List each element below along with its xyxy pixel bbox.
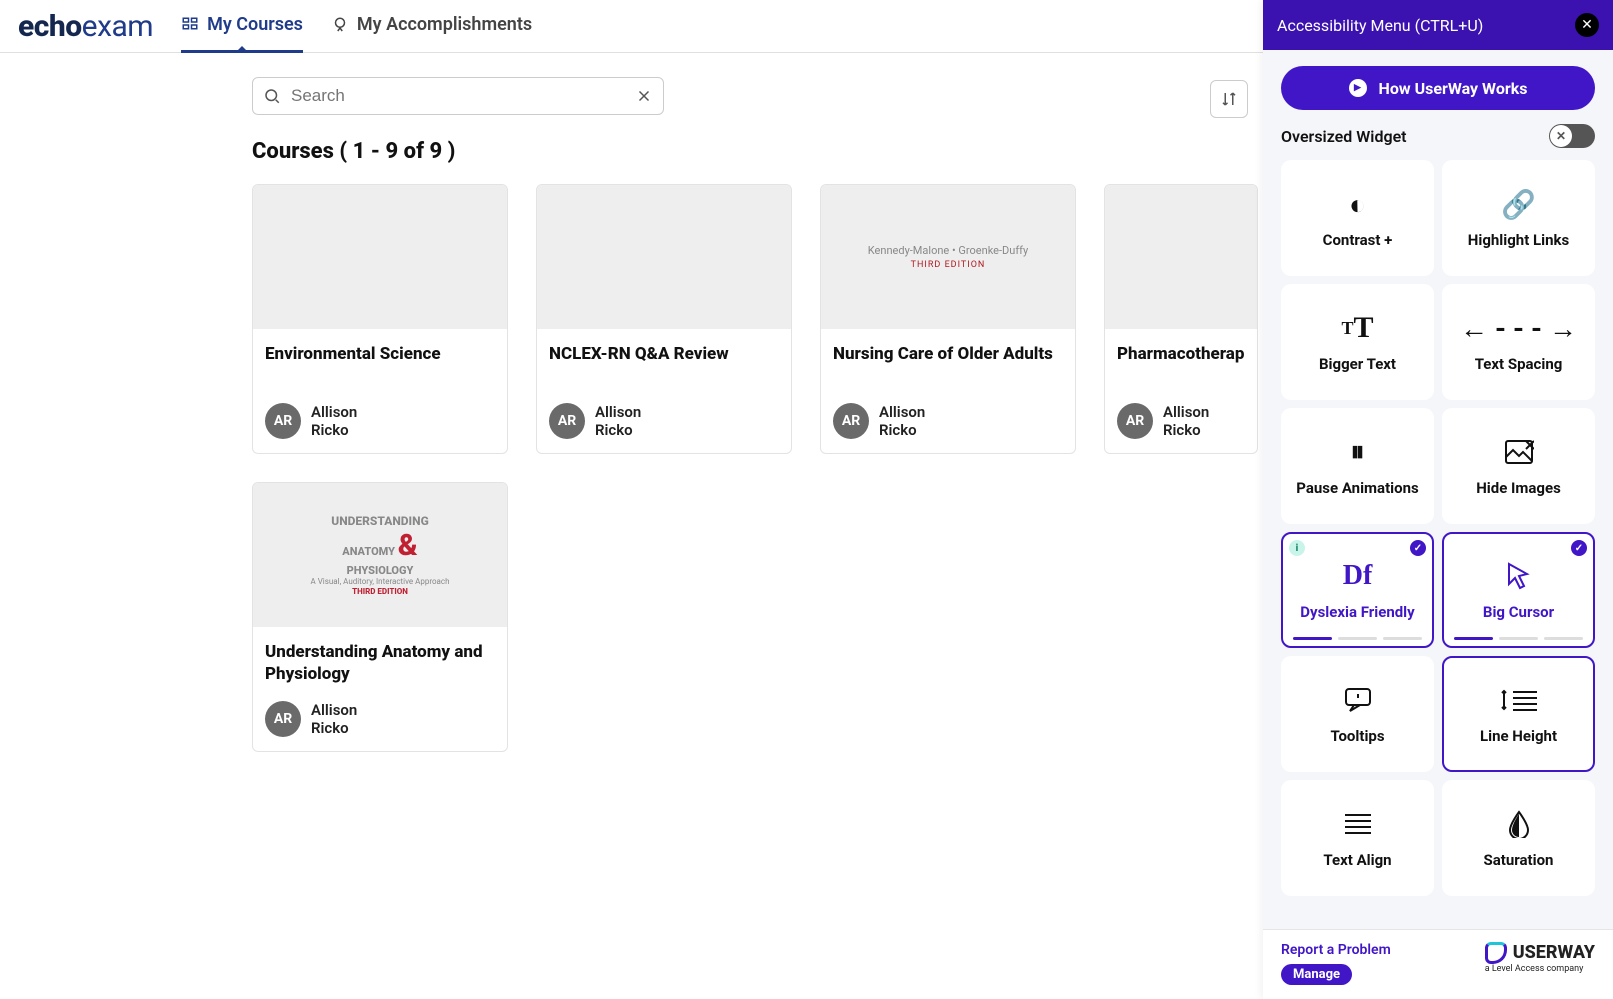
course-title: Pharmacotherap (1117, 343, 1245, 387)
check-icon: ✓ (1571, 540, 1587, 556)
text-spacing-icon: ← - - - → (1460, 311, 1577, 345)
search-input[interactable] (291, 86, 625, 106)
tile-line-height[interactable]: Line Height (1442, 656, 1595, 772)
play-icon: ▶ (1349, 79, 1367, 97)
course-thumbnail (253, 185, 507, 329)
tile-big-cursor[interactable]: ✓ Big Cursor (1442, 532, 1595, 648)
hide-images-icon (1504, 435, 1534, 469)
tile-bigger-text[interactable]: TTBigger Text (1281, 284, 1434, 400)
accessibility-header: Accessibility Menu (CTRL+U) ✕ (1263, 0, 1613, 50)
search-icon (263, 87, 281, 105)
sort-icon (1220, 90, 1238, 108)
info-icon: i (1289, 540, 1305, 556)
author-avatar: AR (265, 701, 301, 737)
tile-progress (1454, 637, 1583, 640)
tile-text-spacing[interactable]: ← - - - →Text Spacing (1442, 284, 1595, 400)
tile-dyslexia-friendly[interactable]: i ✓ Df Dyslexia Friendly (1281, 532, 1434, 648)
tile-hide-images[interactable]: Hide Images (1442, 408, 1595, 524)
clear-icon[interactable] (635, 87, 653, 105)
oversized-widget-row: Oversized Widget ✕ (1281, 124, 1595, 148)
course-title: NCLEX-RN Q&A Review (549, 343, 779, 387)
line-height-icon (1499, 683, 1539, 717)
course-author: AR AllisonRicko (265, 701, 495, 737)
text-align-icon (1343, 807, 1373, 841)
userway-logo: USERWAY a Level Access company (1485, 942, 1595, 974)
brand-logo: echoexam (18, 9, 153, 44)
accessibility-footer: Report a Problem Manage USERWAY a Level … (1263, 929, 1613, 999)
nav-my-courses-label: My Courses (207, 14, 303, 35)
search-bar (252, 77, 664, 115)
saturation-icon (1508, 807, 1530, 841)
sort-button[interactable] (1210, 80, 1248, 118)
how-userway-works-button[interactable]: ▶ How UserWay Works (1281, 66, 1595, 110)
accessibility-tiles: ◐Contrast + 🔗Highlight Links TTBigger Te… (1281, 160, 1595, 896)
accessibility-panel: Accessibility Menu (CTRL+U) ✕ ▶ How User… (1263, 0, 1613, 999)
courses-icon (181, 16, 199, 34)
tile-saturation[interactable]: Saturation (1442, 780, 1595, 896)
course-author: AR AllisonRicko (833, 403, 1063, 439)
course-thumbnail (1105, 185, 1257, 329)
course-author: AR AllisonRicko (1117, 403, 1245, 439)
course-card[interactable]: Pharmacotherap AR AllisonRicko (1104, 184, 1258, 454)
course-thumbnail (537, 185, 791, 329)
course-author: AR AllisonRicko (549, 403, 779, 439)
tile-highlight-links[interactable]: 🔗Highlight Links (1442, 160, 1595, 276)
course-grid: Environmental Science AR AllisonRicko NC… (252, 184, 1332, 752)
tile-pause-animations[interactable]: ⏸Pause Animations (1281, 408, 1434, 524)
report-problem-link[interactable]: Report a Problem (1281, 942, 1391, 958)
tooltip-icon (1344, 683, 1372, 717)
course-thumbnail: UNDERSTANDING ANATOMY & PHYSIOLOGY A Vis… (253, 483, 507, 627)
oversized-widget-toggle[interactable]: ✕ (1549, 124, 1595, 148)
contrast-icon: ◐ (1349, 187, 1366, 221)
check-icon: ✓ (1410, 540, 1426, 556)
accessibility-title: Accessibility Menu (CTRL+U) (1277, 16, 1483, 35)
course-card[interactable]: UNDERSTANDING ANATOMY & PHYSIOLOGY A Vis… (252, 482, 508, 752)
link-icon: 🔗 (1501, 187, 1536, 221)
tile-contrast[interactable]: ◐Contrast + (1281, 160, 1434, 276)
manage-button[interactable]: Manage (1281, 964, 1352, 985)
userway-mark-icon (1485, 942, 1507, 964)
nav-my-accomplishments-label: My Accomplishments (357, 14, 532, 35)
brand-part-1: echo (18, 9, 82, 44)
dyslexia-icon: Df (1343, 559, 1373, 593)
brand-part-2: exam (82, 9, 153, 44)
course-title: Environmental Science (265, 343, 495, 387)
course-thumbnail: Kennedy-Malone • Groenke-DuffyTHIRD EDIT… (821, 185, 1075, 329)
author-avatar: AR (265, 403, 301, 439)
author-avatar: AR (1117, 403, 1153, 439)
course-author: AR AllisonRicko (265, 403, 495, 439)
course-title: Nursing Care of Older Adults (833, 343, 1063, 387)
nav-my-accomplishments[interactable]: My Accomplishments (331, 0, 532, 53)
author-avatar: AR (833, 403, 869, 439)
tile-text-align[interactable]: Text Align (1281, 780, 1434, 896)
pause-icon: ⏸ (1350, 435, 1364, 469)
cursor-icon (1506, 559, 1532, 593)
course-card[interactable]: Environmental Science AR AllisonRicko (252, 184, 508, 454)
close-button[interactable]: ✕ (1575, 13, 1599, 37)
nav-my-courses[interactable]: My Courses (181, 0, 303, 53)
tile-progress (1293, 637, 1422, 640)
accomplishments-icon (331, 16, 349, 34)
course-title: Understanding Anatomy and Physiology (265, 641, 495, 685)
tile-tooltips[interactable]: Tooltips (1281, 656, 1434, 772)
author-avatar: AR (549, 403, 585, 439)
course-card[interactable]: Kennedy-Malone • Groenke-DuffyTHIRD EDIT… (820, 184, 1076, 454)
bigger-text-icon: TT (1341, 311, 1373, 345)
course-card[interactable]: NCLEX-RN Q&A Review AR AllisonRicko (536, 184, 792, 454)
